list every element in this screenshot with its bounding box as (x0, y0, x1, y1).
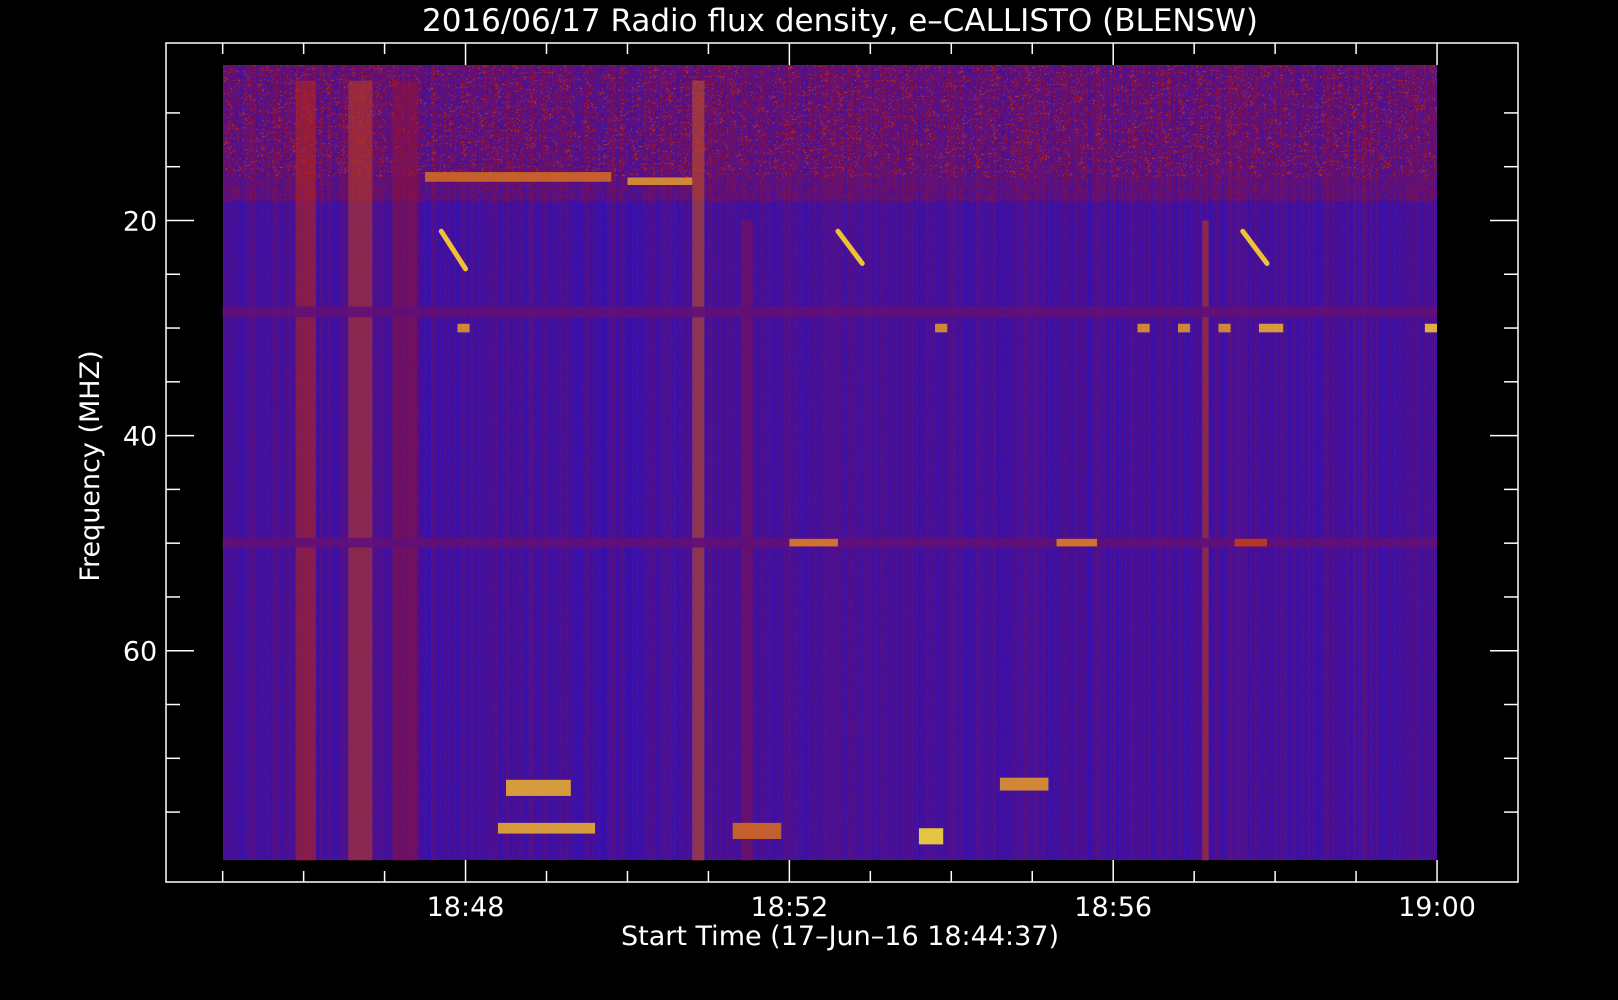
burst-broadband-1 (348, 80, 373, 861)
burst-spot-24 (1424, 323, 1438, 333)
burst-band-14 (732, 822, 782, 839)
x-tick-label: 19:00 (1398, 892, 1476, 923)
burst-band-12 (506, 779, 571, 796)
burst-band-9 (1234, 538, 1268, 547)
burst-spot-23 (1258, 323, 1284, 333)
burst-broadband-3 (692, 80, 705, 861)
burst-band-17 (222, 306, 1438, 318)
burst-band-7 (789, 538, 838, 547)
x-tick-label: 18:56 (1074, 892, 1152, 923)
x-axis-label: Start Time (17–Jun–16 18:44:37) (621, 921, 1059, 952)
burst-band-11 (627, 177, 693, 185)
burst-spot-19 (935, 323, 948, 333)
burst-broadband-0 (295, 80, 316, 861)
y-axis-label: Frequency (MHZ) (75, 350, 106, 581)
burst-band-13 (497, 822, 596, 834)
burst-spot-18 (457, 323, 470, 333)
burst-spot-21 (1177, 323, 1191, 333)
spectrogram-chart: 2016/06/17 Radio flux density, e–CALLIST… (0, 0, 1618, 1000)
burst-band-15 (918, 828, 944, 845)
burst-broadband-2 (392, 80, 417, 861)
chart-title: 2016/06/17 Radio flux density, e–CALLIST… (422, 3, 1258, 39)
burst-band-10 (425, 172, 612, 182)
burst-band-8 (1056, 538, 1098, 547)
burst-spot-22 (1218, 323, 1231, 333)
y-tick-label: 60 (123, 637, 157, 668)
burst-band-16 (999, 777, 1049, 791)
x-tick-label: 18:48 (427, 892, 505, 923)
y-tick-label: 40 (123, 422, 157, 453)
burst-spot-20 (1137, 323, 1150, 333)
x-tick-label: 18:52 (750, 892, 828, 923)
y-tick-label: 20 (123, 206, 157, 237)
